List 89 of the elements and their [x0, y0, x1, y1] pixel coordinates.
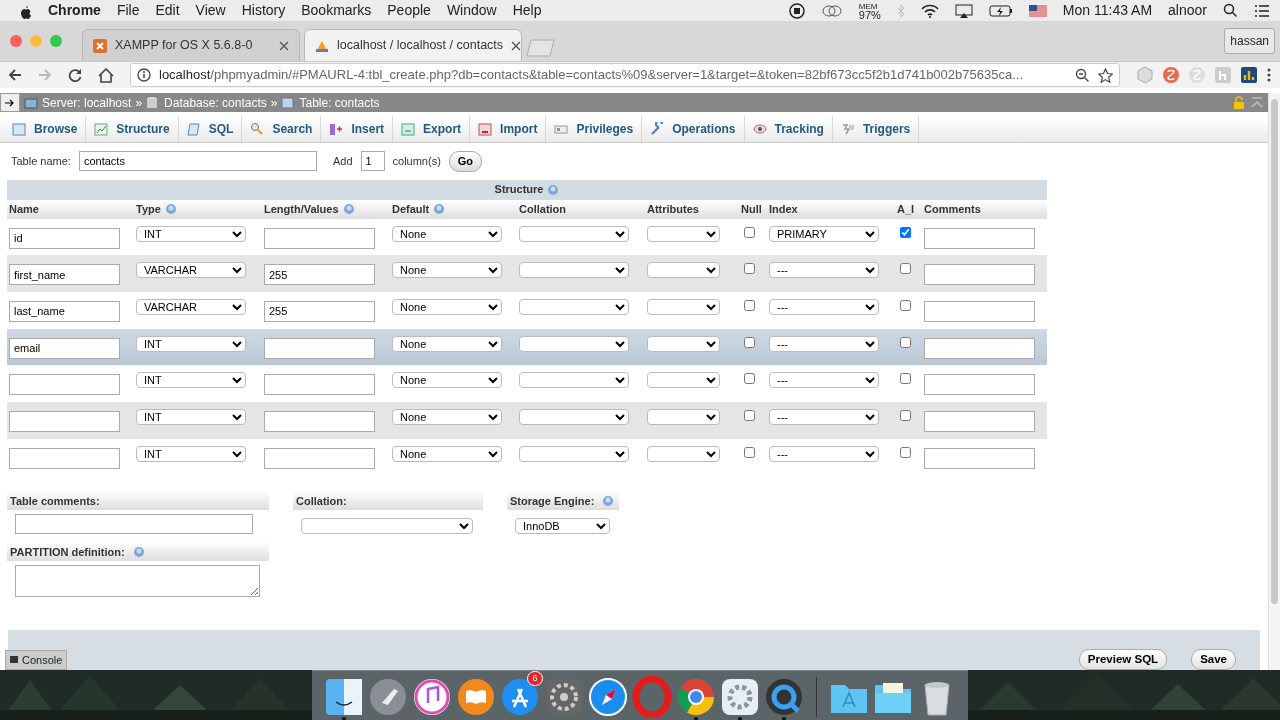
breadcrumb-link[interactable]: Database: contacts — [164, 93, 267, 112]
type-select[interactable]: INT — [136, 372, 246, 389]
column-name-field[interactable]: email — [9, 337, 120, 359]
menu-tab[interactable]: Search — [242, 116, 322, 142]
column-header: Default — [392, 200, 446, 218]
column-header: Collation — [519, 201, 567, 217]
menu-tab[interactable]: Insert — [321, 116, 394, 142]
column-header: Length/Values — [264, 200, 355, 218]
index-select[interactable]: --- — [769, 445, 879, 462]
go-button[interactable]: Go — [448, 151, 483, 172]
user-name[interactable]: alnoor — [1168, 0, 1207, 21]
menu-tab[interactable]: Import — [470, 116, 547, 142]
notification-badge: 6 — [527, 670, 543, 686]
column-header: A_I — [897, 201, 915, 217]
length-field[interactable]: 255 — [264, 264, 375, 286]
default-select[interactable]: None — [392, 335, 502, 352]
memory-value: 97% — [858, 10, 881, 20]
clock[interactable]: Mon 11:43 AM — [1062, 0, 1153, 21]
menu-item[interactable]: File — [116, 0, 140, 21]
breadcrumb-link[interactable]: Server: localhost — [42, 93, 132, 112]
url-text: localhost/phpmyadmin/#PMAURL-4:tbl_create.php?db=contacts&table=contacts%09&server=1&target=&token=82bf673cc5f2b1d741b002b75635ca... — [159, 66, 1024, 85]
action-button[interactable]: Preview SQL — [1078, 648, 1168, 670]
field-label: Add — [332, 154, 353, 169]
default-select[interactable]: None — [392, 262, 502, 279]
default-select[interactable]: None — [392, 372, 502, 389]
field-label: column(s) — [392, 154, 441, 169]
column-name-field[interactable]: id — [9, 227, 120, 249]
section-header: Collation: — [293, 491, 483, 511]
menu-tab[interactable]: Privileges — [546, 116, 643, 142]
section-title: Structure — [494, 181, 560, 198]
table-name-field[interactable]: contacts — [78, 151, 317, 172]
console-tab[interactable]: Console — [5, 649, 68, 670]
index-select[interactable]: --- — [769, 335, 879, 352]
column-header: Index — [769, 201, 798, 217]
section-header: Storage Engine: — [510, 493, 595, 509]
profile-button[interactable]: hassan — [1224, 28, 1275, 54]
type-select[interactable]: INT — [136, 445, 246, 462]
length-field[interactable]: 255 — [264, 300, 375, 322]
type-select[interactable]: INT — [136, 408, 246, 425]
menu-item[interactable]: Help — [512, 0, 542, 21]
breadcrumb-separator: » — [270, 94, 278, 112]
index-select[interactable]: --- — [769, 408, 879, 425]
type-select[interactable]: VARCHAR — [136, 298, 246, 315]
column-header: Comments — [924, 201, 981, 217]
app-menu[interactable]: Chrome — [48, 0, 101, 21]
menu-tab[interactable]: Operations — [642, 116, 745, 142]
menu-tab[interactable]: Structure — [86, 116, 179, 142]
browser-tab[interactable]: localhost / localhost / contacts — [304, 29, 522, 61]
menu-item[interactable]: History — [241, 0, 286, 21]
column-header: Type — [136, 200, 177, 218]
section-header: Table comments: — [7, 491, 269, 511]
column-header: Attributes — [647, 201, 699, 217]
memory-label: MEM — [858, 1, 879, 11]
default-select[interactable]: None — [392, 408, 502, 425]
column-count-field[interactable]: 1 — [360, 151, 385, 172]
menu-tab[interactable]: Tracking — [744, 116, 833, 142]
index-select[interactable]: --- — [769, 262, 879, 279]
menu-item[interactable]: Window — [446, 0, 497, 21]
index-select[interactable]: --- — [769, 298, 879, 315]
menu-tab[interactable]: SQL — [178, 116, 243, 142]
column-header: Null — [741, 201, 762, 217]
column-header: Name — [9, 201, 39, 217]
address-field[interactable]: localhost/phpmyadmin/#PMAURL-4:tbl_create.php?db=contacts&table=contacts%09&server=1&target=&token=82bf673cc5f2b1d741b002b75635ca... — [130, 63, 1120, 87]
index-select[interactable]: PRIMARY — [769, 225, 879, 242]
storage-engine-select[interactable]: InnoDB — [515, 518, 610, 535]
menu-tab[interactable]: Triggers — [832, 116, 920, 142]
type-select[interactable]: INT — [136, 225, 246, 242]
action-button[interactable]: Save — [1191, 648, 1236, 670]
tab-title: localhost / localhost / contacts — [337, 37, 504, 55]
browser-tab[interactable]: XAMPP for OS X 5.6.8-0 — [82, 29, 300, 61]
type-select[interactable]: INT — [136, 335, 246, 352]
default-select[interactable]: None — [392, 298, 502, 315]
menu-tab[interactable]: Browse — [4, 116, 87, 142]
index-select[interactable]: --- — [769, 372, 879, 389]
menu-item[interactable]: View — [195, 0, 226, 21]
default-select[interactable]: None — [392, 445, 502, 462]
default-select[interactable]: None — [392, 225, 502, 242]
breadcrumb-link[interactable]: Table: contacts — [299, 93, 380, 112]
section-header: PARTITION definition: — [10, 544, 125, 560]
field-label: Table name: — [11, 154, 71, 169]
tab-title: XAMPP for OS X 5.6.8-0 — [115, 37, 254, 55]
menu-tab[interactable]: Export — [393, 116, 471, 142]
column-name-field[interactable]: first_name — [9, 264, 120, 286]
menu-item[interactable]: People — [387, 0, 431, 21]
menu-item[interactable]: Bookmarks — [301, 0, 372, 21]
column-name-field[interactable]: last_name — [9, 300, 120, 322]
breadcrumb-separator: » — [135, 94, 143, 112]
type-select[interactable]: VARCHAR — [136, 262, 246, 279]
menu-item[interactable]: Edit — [155, 0, 180, 21]
